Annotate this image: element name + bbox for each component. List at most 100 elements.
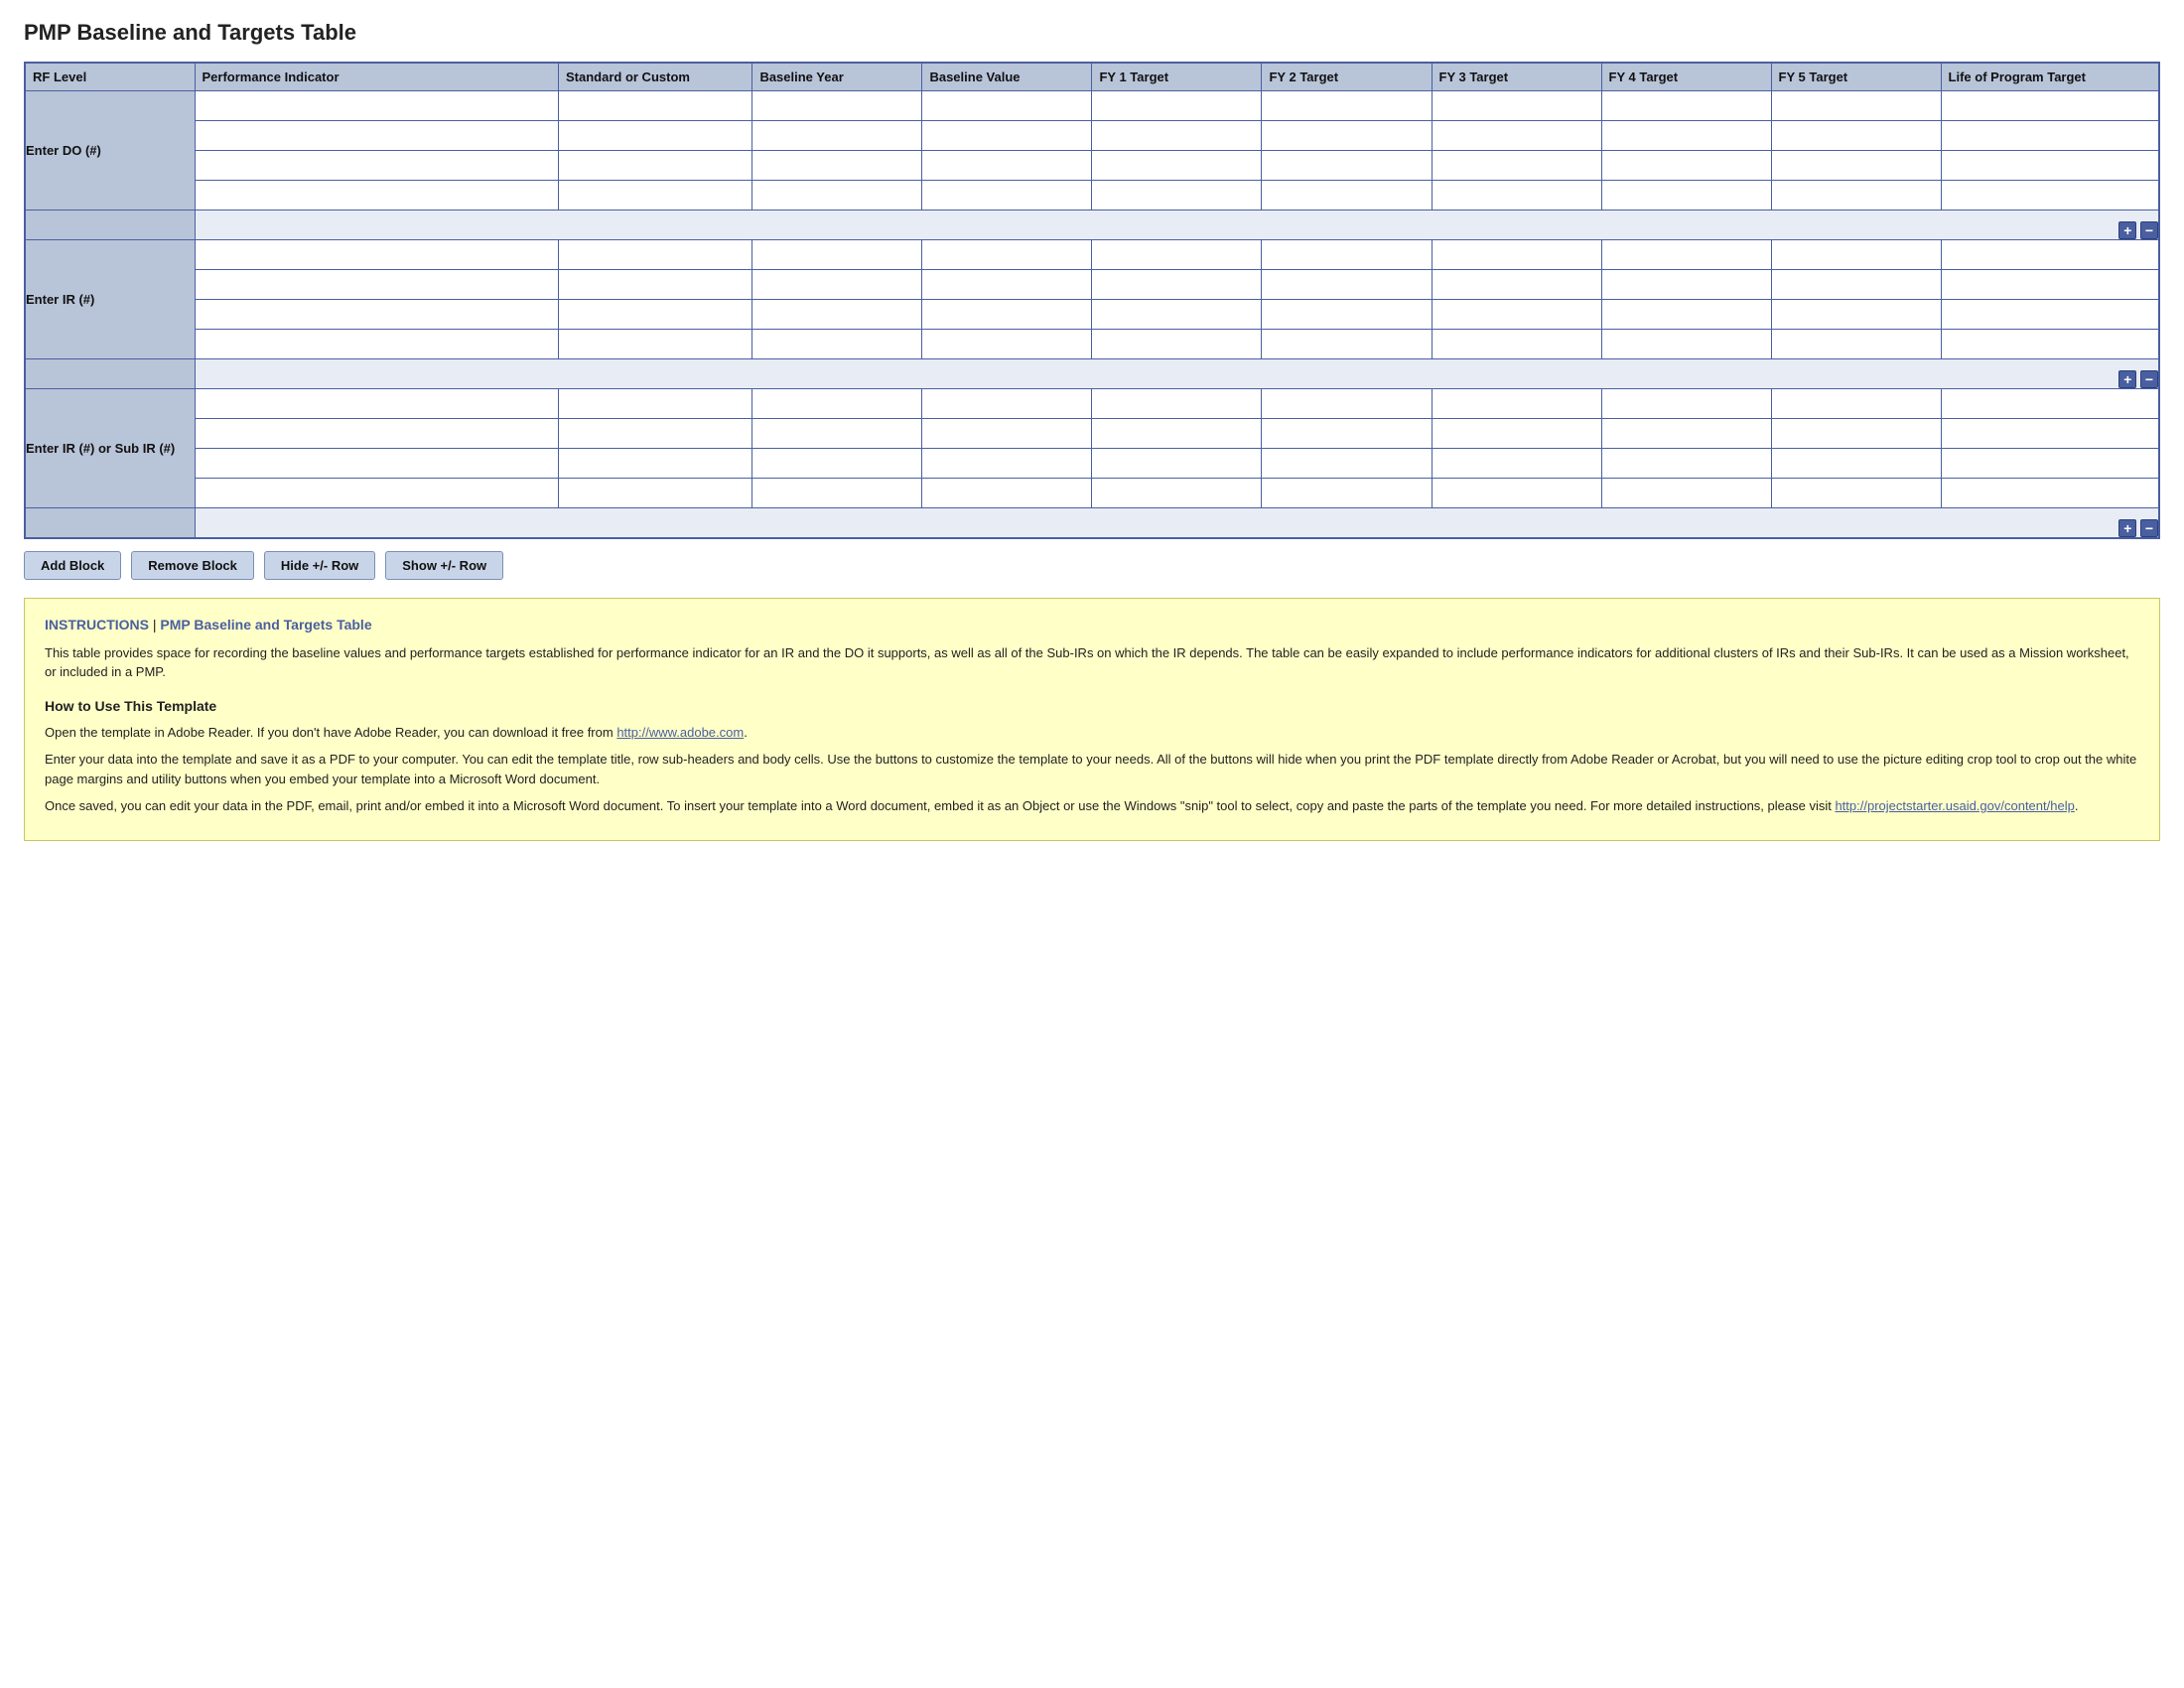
sub-ir-fy3-4[interactable] (1432, 479, 1601, 508)
do-fy1-2[interactable] (1092, 121, 1262, 151)
sub-ir-by-2[interactable] (752, 419, 922, 449)
ir-lop-3[interactable] (1941, 300, 2159, 330)
sub-ir-fy3-3[interactable] (1432, 449, 1601, 479)
sub-ir-lop-1[interactable] (1941, 389, 2159, 419)
do-by-4[interactable] (752, 181, 922, 211)
do-fy1-1[interactable] (1092, 91, 1262, 121)
ir-fy5-1[interactable] (1771, 240, 1941, 270)
sub-ir-pi-2[interactable] (195, 419, 558, 449)
ir-add-row-btn[interactable]: + (2118, 370, 2136, 388)
sub-ir-pi-4[interactable] (195, 479, 558, 508)
ir-by-3[interactable] (752, 300, 922, 330)
adobe-link[interactable]: http://www.adobe.com (616, 725, 744, 740)
ir-lop-1[interactable] (1941, 240, 2159, 270)
sub-ir-fy3-1[interactable] (1432, 389, 1601, 419)
ir-fy1-2[interactable] (1092, 270, 1262, 300)
do-fy1-4[interactable] (1092, 181, 1262, 211)
sub-ir-remove-row-btn[interactable]: − (2140, 519, 2158, 537)
ir-pi-3[interactable] (195, 300, 558, 330)
ir-pi-2[interactable] (195, 270, 558, 300)
do-lop-4[interactable] (1941, 181, 2159, 211)
sub-ir-fy1-1[interactable] (1092, 389, 1262, 419)
ir-remove-row-btn[interactable]: − (2140, 370, 2158, 388)
sub-ir-fy1-3[interactable] (1092, 449, 1262, 479)
sub-ir-by-3[interactable] (752, 449, 922, 479)
do-sc-4[interactable] (558, 181, 751, 211)
ir-fy5-2[interactable] (1771, 270, 1941, 300)
sub-ir-fy4-1[interactable] (1601, 389, 1771, 419)
ir-pi-1[interactable] (195, 240, 558, 270)
hide-row-button[interactable]: Hide +/- Row (264, 551, 375, 580)
do-pi-4[interactable] (195, 181, 558, 211)
sub-ir-add-row-btn[interactable]: + (2118, 519, 2136, 537)
sub-ir-sc-1[interactable] (558, 389, 751, 419)
ir-fy5-4[interactable] (1771, 330, 1941, 359)
sub-ir-bv-1[interactable] (922, 389, 1092, 419)
sub-ir-bv-2[interactable] (922, 419, 1092, 449)
do-lop-3[interactable] (1941, 151, 2159, 181)
sub-ir-fy3-2[interactable] (1432, 419, 1601, 449)
do-pi-3[interactable] (195, 151, 558, 181)
sub-ir-fy5-2[interactable] (1771, 419, 1941, 449)
do-fy3-4[interactable] (1432, 181, 1601, 211)
ir-lop-4[interactable] (1941, 330, 2159, 359)
do-fy3-3[interactable] (1432, 151, 1601, 181)
do-lop-1[interactable] (1941, 91, 2159, 121)
ir-bv-1[interactable] (922, 240, 1092, 270)
ir-fy2-3[interactable] (1262, 300, 1432, 330)
ir-fy2-1[interactable] (1262, 240, 1432, 270)
sub-ir-bv-4[interactable] (922, 479, 1092, 508)
sub-ir-sc-4[interactable] (558, 479, 751, 508)
ir-fy3-4[interactable] (1432, 330, 1601, 359)
do-add-row-btn[interactable]: + (2118, 221, 2136, 239)
sub-ir-fy2-3[interactable] (1262, 449, 1432, 479)
do-fy4-2[interactable] (1601, 121, 1771, 151)
sub-ir-fy1-4[interactable] (1092, 479, 1262, 508)
ir-fy1-1[interactable] (1092, 240, 1262, 270)
do-bv-3[interactable] (922, 151, 1092, 181)
do-by-3[interactable] (752, 151, 922, 181)
do-by-2[interactable] (752, 121, 922, 151)
sub-ir-bv-3[interactable] (922, 449, 1092, 479)
do-by-1[interactable] (752, 91, 922, 121)
ir-fy3-1[interactable] (1432, 240, 1601, 270)
ir-fy4-1[interactable] (1601, 240, 1771, 270)
sub-ir-fy4-2[interactable] (1601, 419, 1771, 449)
sub-ir-fy2-4[interactable] (1262, 479, 1432, 508)
sub-ir-pi-3[interactable] (195, 449, 558, 479)
ir-fy1-4[interactable] (1092, 330, 1262, 359)
sub-ir-fy4-4[interactable] (1601, 479, 1771, 508)
do-fy5-1[interactable] (1771, 91, 1941, 121)
do-fy2-4[interactable] (1262, 181, 1432, 211)
do-lop-2[interactable] (1941, 121, 2159, 151)
ir-fy2-2[interactable] (1262, 270, 1432, 300)
do-pi-1[interactable] (195, 91, 558, 121)
sub-ir-fy5-4[interactable] (1771, 479, 1941, 508)
remove-block-button[interactable]: Remove Block (131, 551, 254, 580)
do-sc-3[interactable] (558, 151, 751, 181)
do-fy3-1[interactable] (1432, 91, 1601, 121)
do-fy5-3[interactable] (1771, 151, 1941, 181)
ir-fy3-2[interactable] (1432, 270, 1601, 300)
sub-ir-fy5-3[interactable] (1771, 449, 1941, 479)
sub-ir-pi-1[interactable] (195, 389, 558, 419)
ir-bv-3[interactable] (922, 300, 1092, 330)
ir-fy4-4[interactable] (1601, 330, 1771, 359)
ir-fy4-3[interactable] (1601, 300, 1771, 330)
ir-fy3-3[interactable] (1432, 300, 1601, 330)
do-fy2-2[interactable] (1262, 121, 1432, 151)
help-link[interactable]: http://projectstarter.usaid.gov/content/… (1835, 798, 2074, 813)
show-row-button[interactable]: Show +/- Row (385, 551, 503, 580)
sub-ir-sc-3[interactable] (558, 449, 751, 479)
ir-fy1-3[interactable] (1092, 300, 1262, 330)
do-fy5-4[interactable] (1771, 181, 1941, 211)
sub-ir-by-1[interactable] (752, 389, 922, 419)
do-fy5-2[interactable] (1771, 121, 1941, 151)
do-fy3-2[interactable] (1432, 121, 1601, 151)
do-bv-2[interactable] (922, 121, 1092, 151)
do-sc-2[interactable] (558, 121, 751, 151)
ir-sc-2[interactable] (558, 270, 751, 300)
ir-by-2[interactable] (752, 270, 922, 300)
do-fy4-3[interactable] (1601, 151, 1771, 181)
sub-ir-by-4[interactable] (752, 479, 922, 508)
